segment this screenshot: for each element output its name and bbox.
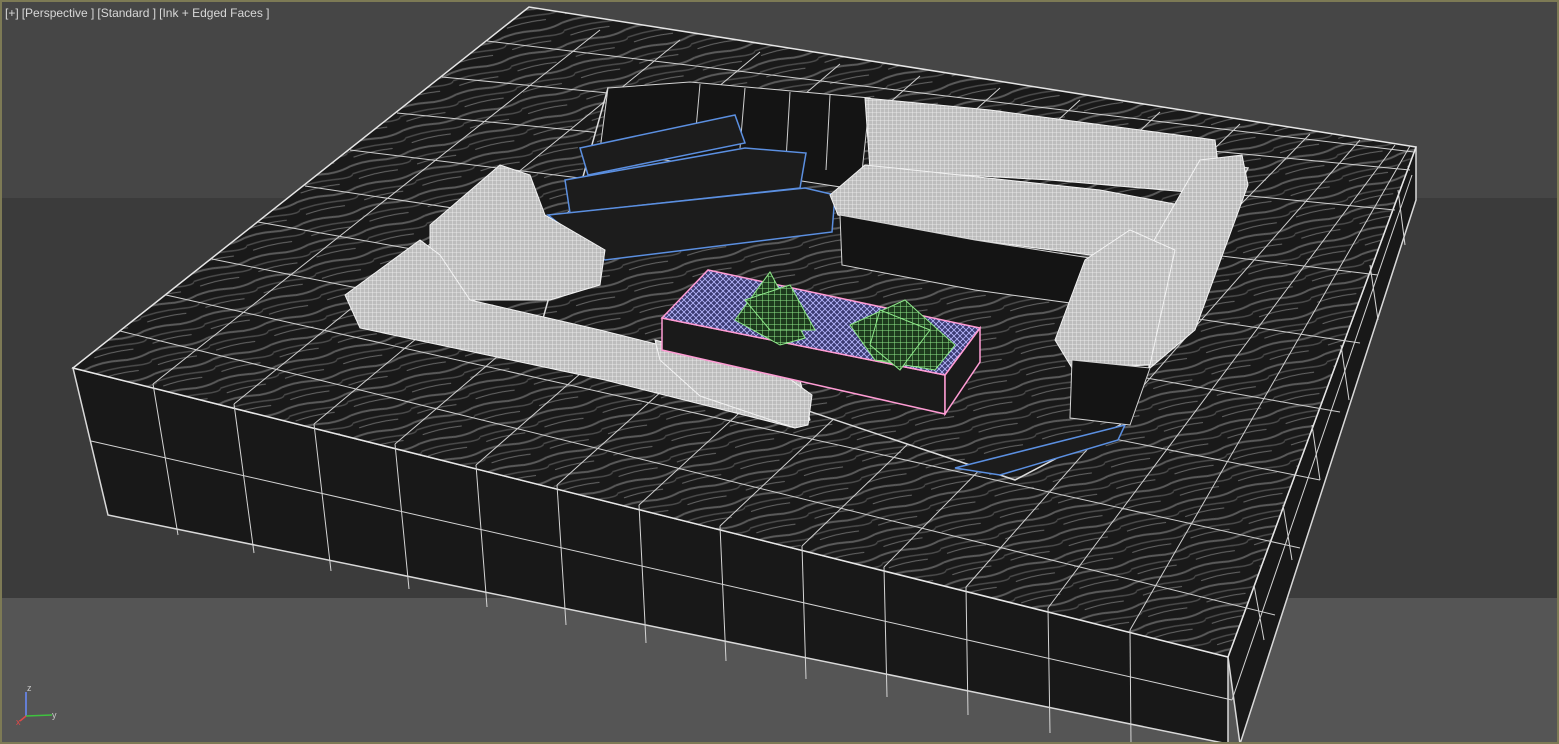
axis-x-label: x	[16, 717, 21, 727]
perspective-viewport[interactable]: [+] [Perspective ] [Standard ] [Ink + Edged…	[0, 0, 1559, 744]
viewport-visual-style-menu[interactable]: [Ink + Edged Faces ]	[159, 6, 269, 20]
axis-z-label: z	[27, 683, 32, 693]
axis-gizmo: z y x	[14, 684, 64, 728]
axis-y-label: y	[52, 710, 57, 720]
axis-gizmo-lines	[19, 692, 53, 722]
viewport-point-of-view-menu[interactable]: [Perspective ]	[22, 6, 95, 20]
viewport-shading-preset-menu[interactable]: [Standard ]	[97, 6, 156, 20]
viewport-plus-menu[interactable]: [+]	[5, 6, 19, 20]
viewport-label-menu: [+] [Perspective ] [Standard ] [Ink + Edged…	[5, 6, 273, 20]
scene-render[interactable]	[0, 0, 1559, 744]
